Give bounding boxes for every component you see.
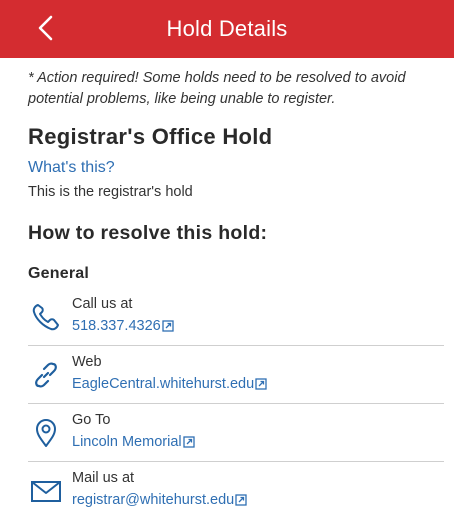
action-required-notice: * Action required! Some holds need to be… xyxy=(28,70,406,107)
contact-item-location[interactable]: Go To Lincoln Memorial xyxy=(28,404,444,462)
section-heading-general: General xyxy=(28,265,89,282)
resolve-heading: How to resolve this hold: xyxy=(28,222,268,244)
location-link[interactable]: Lincoln Memorial xyxy=(72,434,195,450)
contact-value: Lincoln Memorial xyxy=(72,434,182,450)
external-link-icon xyxy=(235,494,247,506)
location-pin-icon xyxy=(36,419,56,447)
whats-this-link[interactable]: What's this? xyxy=(28,159,440,177)
app-header: Hold Details xyxy=(0,0,454,58)
contact-value: registrar@whitehurst.edu xyxy=(72,492,235,508)
page-title: Hold Details xyxy=(166,16,288,41)
contact-item-web[interactable]: Web EagleCentral.whitehurst.edu xyxy=(28,346,444,404)
phone-icon xyxy=(32,304,59,331)
contact-label: Web xyxy=(72,354,102,370)
web-link[interactable]: EagleCentral.whitehurst.edu xyxy=(72,376,267,392)
contact-label: Go To xyxy=(72,412,111,428)
phone-link[interactable]: 518.337.4326 xyxy=(72,318,174,334)
external-link-icon xyxy=(255,378,267,390)
envelope-icon xyxy=(31,481,61,502)
email-link[interactable]: registrar@whitehurst.edu xyxy=(72,492,247,508)
contact-item-phone[interactable]: Call us at 518.337.4326 xyxy=(28,288,444,346)
contact-label: Call us at xyxy=(72,296,133,312)
contact-label: Mail us at xyxy=(72,470,135,486)
hold-details-content: * Action required! Some holds need to be… xyxy=(28,58,444,508)
hold-title: Registrar's Office Hold xyxy=(28,124,273,149)
external-link-icon xyxy=(162,320,174,332)
contact-list: Call us at 518.337.4326 Web EagleCentral… xyxy=(28,288,444,519)
contact-item-mail[interactable]: Mail us at registrar@whitehurst.edu xyxy=(28,462,444,519)
link-icon xyxy=(35,362,57,388)
contact-value: 518.337.4326 xyxy=(72,318,161,334)
hold-description: This is the registrar's hold xyxy=(28,184,193,200)
external-link-icon xyxy=(182,436,195,448)
contact-value: EagleCentral.whitehurst.edu xyxy=(72,376,255,392)
